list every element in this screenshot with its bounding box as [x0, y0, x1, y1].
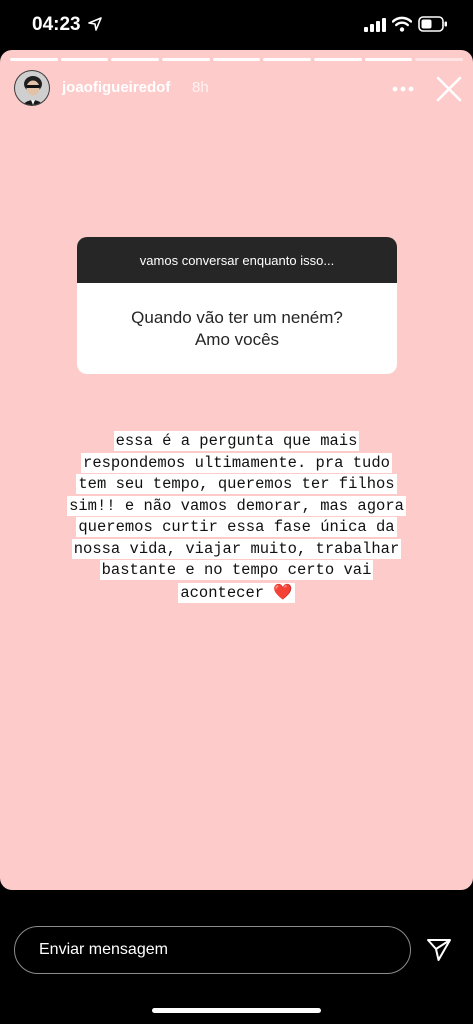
- story-progress-segment: [162, 58, 210, 61]
- story-progress-segment: [263, 58, 312, 61]
- caption-line: respondemos ultimamente. pra tudo: [81, 452, 392, 473]
- battery-icon: [418, 16, 447, 32]
- story-progress-segment: [60, 58, 109, 61]
- caption-line: nossa vida, viajar muito, trabalhar: [71, 538, 402, 559]
- caption-line: essa é a pergunta que mais: [113, 431, 360, 451]
- story-progress-segment: [415, 58, 464, 61]
- caption-line: queremos curtir essa fase única da: [76, 517, 397, 537]
- wifi-icon: [392, 16, 412, 32]
- more-options-icon[interactable]: [392, 86, 414, 92]
- story-progress-segment: [212, 58, 261, 61]
- story-card[interactable]: joaofigueiredof 8h vamos conversar enqua…: [0, 50, 473, 890]
- send-message-placeholder: Enviar mensagem: [39, 941, 168, 958]
- caption-line: sim!! e não vamos demorar, mas agora: [67, 495, 406, 516]
- story-progress-segment: [10, 58, 58, 61]
- question-sticker-body: Quando vão ter um neném? Amo vocês: [77, 283, 397, 374]
- story-caption: essa é a pergunta que mais respondemos u…: [20, 431, 453, 604]
- cellular-signal-icon: [364, 18, 386, 32]
- home-indicator[interactable]: [152, 1008, 321, 1013]
- story-username[interactable]: joaofigueiredof: [62, 79, 170, 96]
- send-icon[interactable]: [426, 937, 452, 963]
- location-arrow-icon: [88, 17, 102, 31]
- close-icon[interactable]: [436, 76, 462, 102]
- status-time: 04:23: [32, 14, 81, 35]
- story-progress-segment: [111, 58, 160, 61]
- heart-emoji-icon: ❤️: [273, 582, 293, 601]
- story-time-ago: 8h: [192, 79, 209, 96]
- send-message-input[interactable]: Enviar mensagem: [14, 926, 411, 974]
- story-progress-segment: [364, 58, 413, 61]
- caption-line: tem seu tempo, queremos ter filhos: [76, 474, 397, 494]
- status-bar: 04:23: [0, 0, 473, 50]
- story-progress-segment: [314, 58, 362, 61]
- question-sticker-header: vamos conversar enquanto isso...: [77, 237, 397, 283]
- caption-line: bastante e no tempo certo vai: [99, 560, 374, 580]
- avatar[interactable]: [14, 70, 50, 106]
- caption-line: acontecer: [180, 583, 265, 602]
- story-progress-bar: [10, 58, 464, 61]
- question-line-1: Quando vão ter um neném?: [131, 307, 343, 327]
- question-sticker[interactable]: vamos conversar enquanto isso... Quando …: [77, 237, 397, 374]
- question-line-2: Amo vocês: [194, 329, 280, 349]
